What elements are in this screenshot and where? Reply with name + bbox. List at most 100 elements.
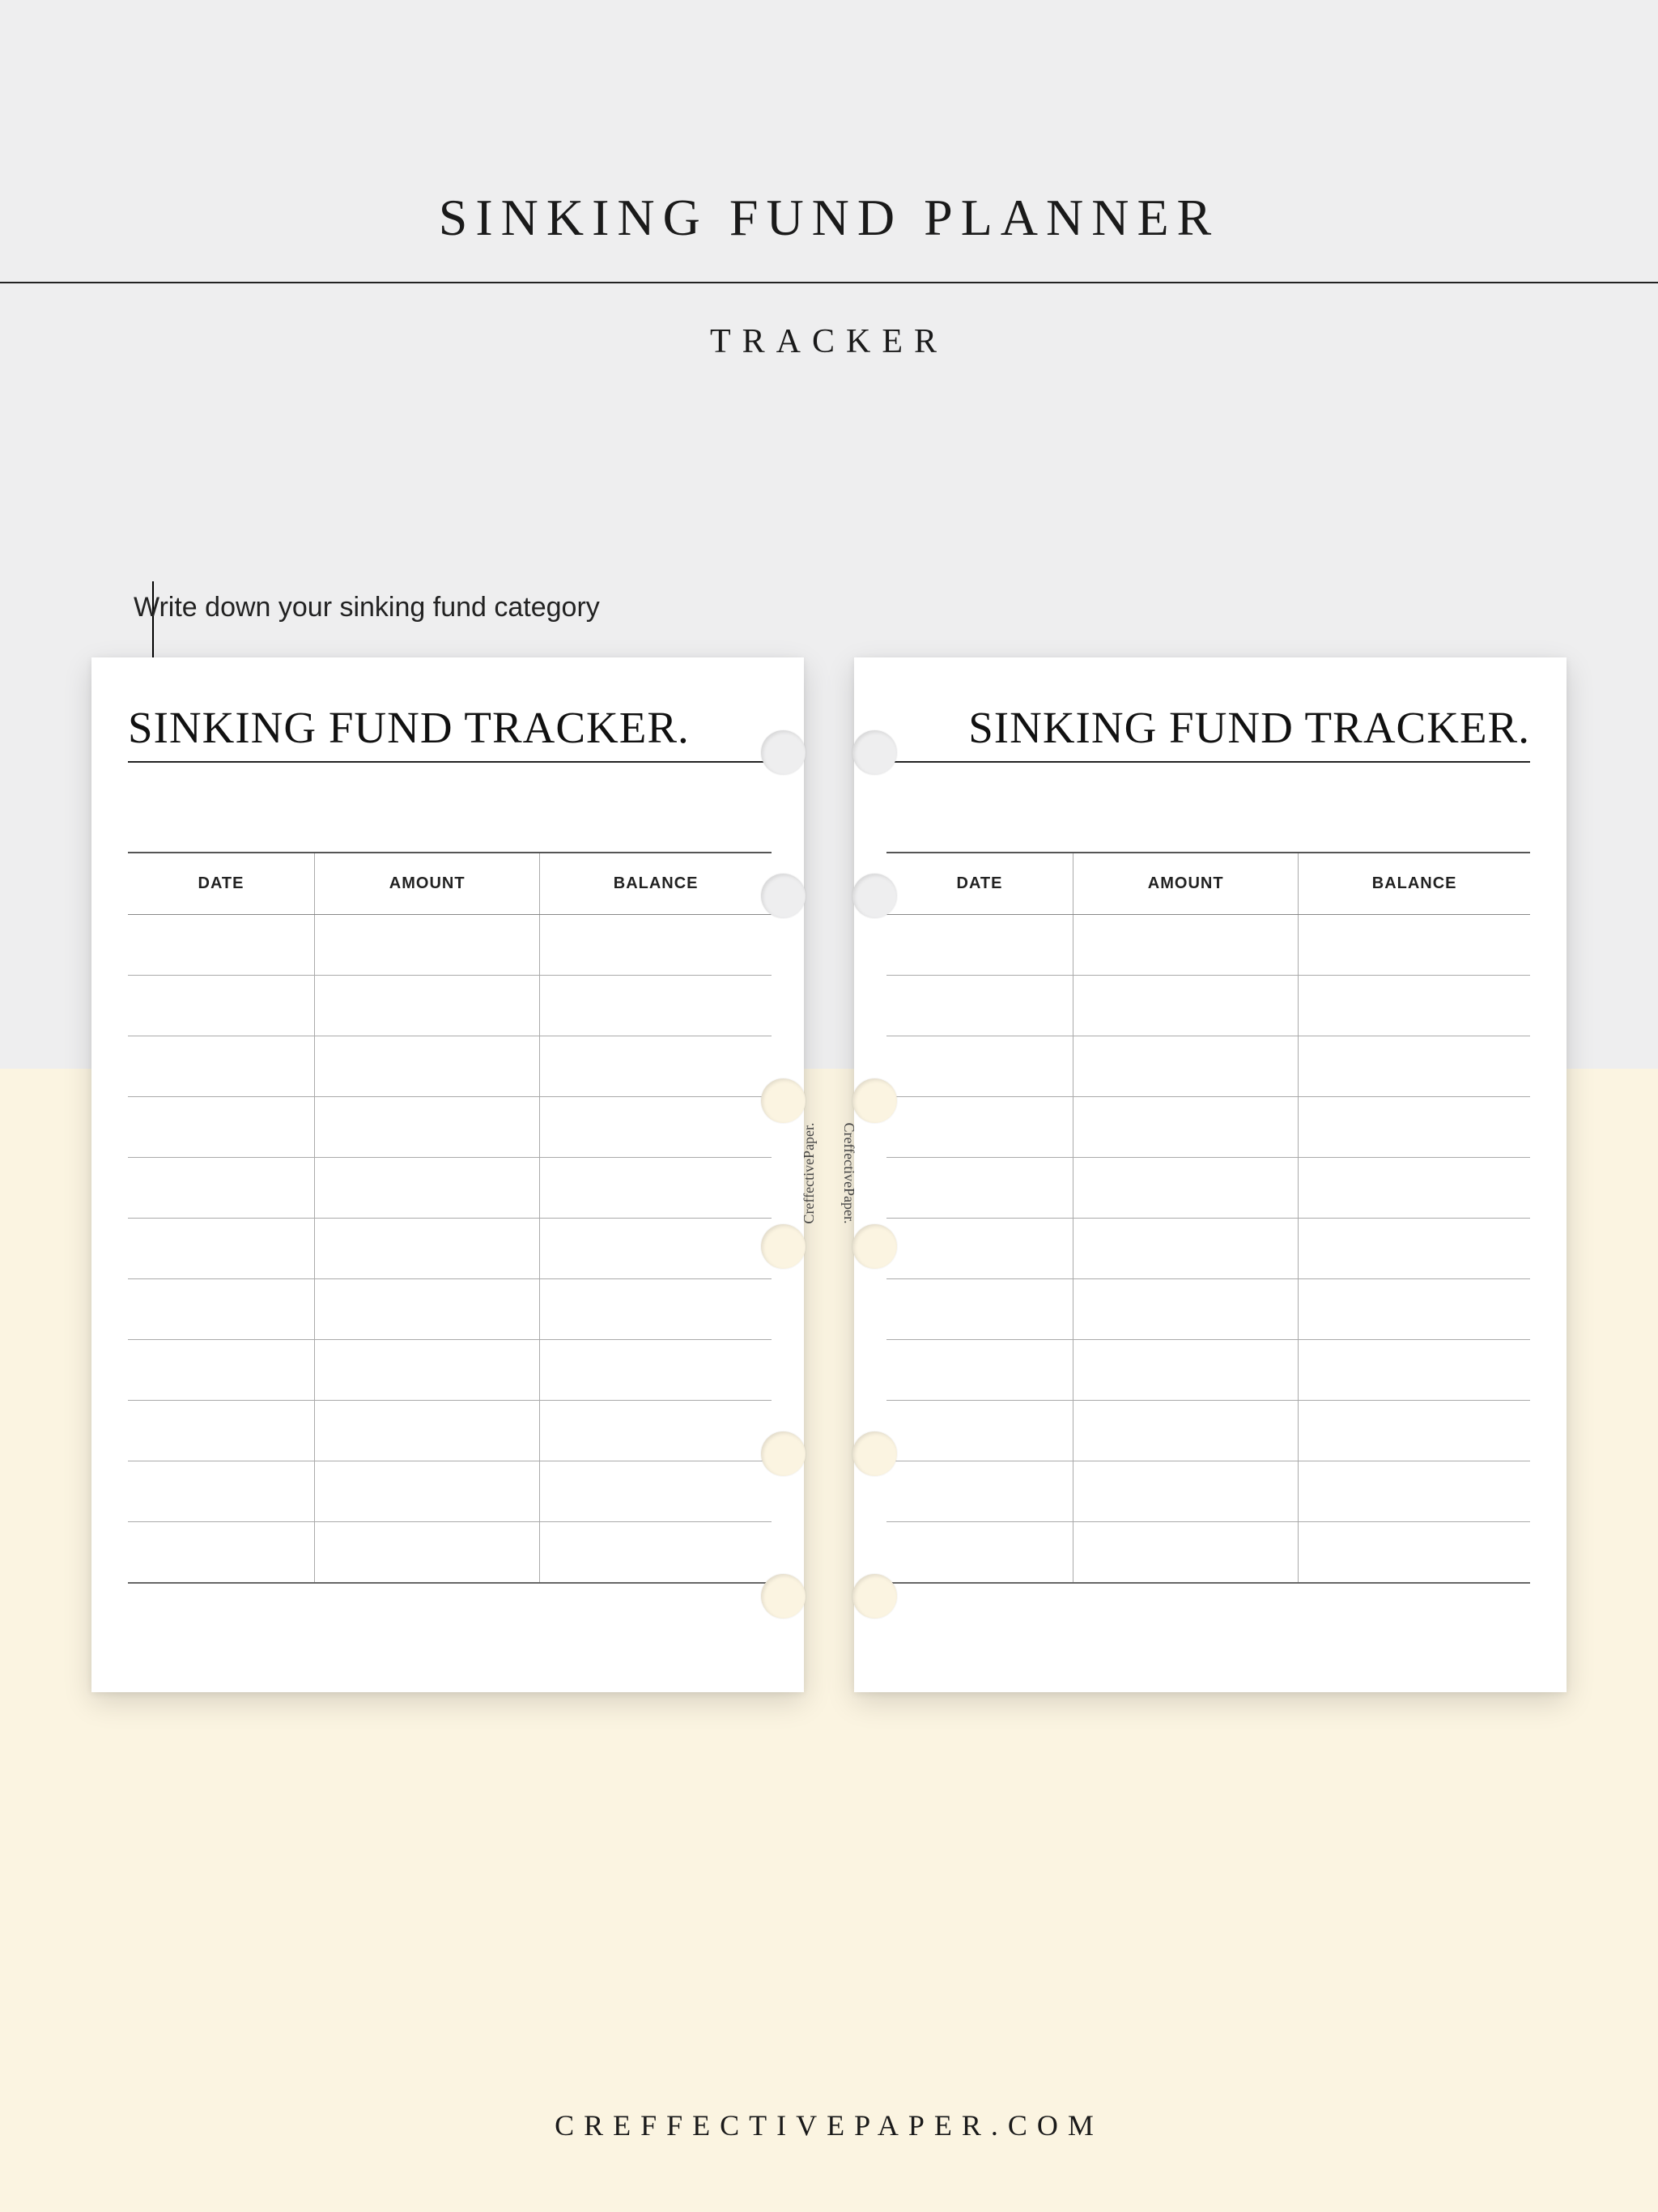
table-cell xyxy=(315,1522,540,1583)
table-cell xyxy=(540,1522,772,1583)
table-row xyxy=(128,1279,772,1340)
table-cell xyxy=(886,1158,1073,1219)
binder-holes-right xyxy=(844,657,896,1692)
table-body-right xyxy=(886,915,1530,1583)
col-date: DATE xyxy=(128,853,315,915)
table-cell xyxy=(315,1097,540,1158)
table-cell xyxy=(128,1219,315,1279)
binder-hole xyxy=(852,1574,897,1619)
table-cell xyxy=(128,1461,315,1522)
table-cell xyxy=(1299,1036,1530,1097)
table-cell xyxy=(128,1401,315,1461)
table-row xyxy=(886,1401,1530,1461)
table-row xyxy=(128,976,772,1036)
table-cell xyxy=(128,1158,315,1219)
table-cell xyxy=(315,915,540,976)
table-cell xyxy=(540,1279,772,1340)
table-cell xyxy=(540,1097,772,1158)
table-cell xyxy=(1073,1340,1299,1401)
table-row xyxy=(886,1097,1530,1158)
table-row xyxy=(886,1219,1530,1279)
table-row xyxy=(128,1461,772,1522)
binder-hole xyxy=(852,730,897,775)
page-title: SINKING FUND TRACKER. xyxy=(128,702,772,753)
footer-brand: CREFFECTIVEPAPER.COM xyxy=(0,2108,1658,2142)
table-cell xyxy=(886,976,1073,1036)
binder-hole xyxy=(852,1224,897,1269)
binder-hole xyxy=(852,1431,897,1476)
col-balance: BALANCE xyxy=(1299,853,1530,915)
table-cell xyxy=(1073,1522,1299,1583)
col-amount: AMOUNT xyxy=(315,853,540,915)
table-cell xyxy=(128,1097,315,1158)
tracker-table: DATE AMOUNT BALANCE xyxy=(886,853,1530,1584)
header-rule xyxy=(0,282,1658,283)
binder-hole xyxy=(852,874,897,918)
binder-hole xyxy=(761,1224,806,1269)
table-row xyxy=(886,1522,1530,1583)
table-cell xyxy=(886,1522,1073,1583)
table-row xyxy=(128,1522,772,1583)
table-row xyxy=(886,915,1530,976)
table-cell xyxy=(1073,1279,1299,1340)
planner-page-left: SINKING FUND TRACKER. DATE AMOUNT BALANC… xyxy=(91,657,804,1692)
page-title-rule xyxy=(128,761,772,763)
table-cell xyxy=(1073,1158,1299,1219)
table-cell xyxy=(315,1219,540,1279)
table-cell xyxy=(886,915,1073,976)
table-cell xyxy=(1073,1219,1299,1279)
table-cell xyxy=(1299,1219,1530,1279)
table-row xyxy=(886,1461,1530,1522)
table-cell xyxy=(1299,1522,1530,1583)
table-cell xyxy=(128,1340,315,1401)
table-cell xyxy=(886,1219,1073,1279)
table-row xyxy=(128,915,772,976)
table-cell xyxy=(540,915,772,976)
table-row xyxy=(886,976,1530,1036)
table-row xyxy=(886,1340,1530,1401)
pages-container: SINKING FUND TRACKER. DATE AMOUNT BALANC… xyxy=(91,657,1567,1692)
table-cell xyxy=(315,1279,540,1340)
table-cell xyxy=(1073,1097,1299,1158)
table-row xyxy=(128,1219,772,1279)
table-cell xyxy=(540,1401,772,1461)
table-cell xyxy=(1299,1461,1530,1522)
table-cell xyxy=(886,1097,1073,1158)
table-row xyxy=(128,1097,772,1158)
table-row xyxy=(886,1279,1530,1340)
table-cell xyxy=(128,1279,315,1340)
table-cell xyxy=(1073,1461,1299,1522)
table-row xyxy=(128,1340,772,1401)
table-cell xyxy=(315,1401,540,1461)
binder-hole xyxy=(761,1574,806,1619)
table-cell xyxy=(1299,1279,1530,1340)
header: SINKING FUND PLANNER TRACKER xyxy=(0,0,1658,361)
page-title: SINKING FUND TRACKER. xyxy=(886,702,1530,753)
table-cell xyxy=(886,1036,1073,1097)
table-cell xyxy=(1299,1340,1530,1401)
table-cell xyxy=(1073,915,1299,976)
table-cell xyxy=(1299,1401,1530,1461)
table-cell xyxy=(1073,1036,1299,1097)
binder-hole xyxy=(852,1078,897,1123)
table-cell xyxy=(315,1340,540,1401)
table-cell xyxy=(128,1036,315,1097)
table-cell xyxy=(1299,1158,1530,1219)
table-cell xyxy=(540,1340,772,1401)
binder-holes-left xyxy=(762,657,814,1692)
col-balance: BALANCE xyxy=(540,853,772,915)
tracker-table: DATE AMOUNT BALANCE xyxy=(128,853,772,1584)
table-cell xyxy=(540,1036,772,1097)
col-amount: AMOUNT xyxy=(1073,853,1299,915)
table-cell xyxy=(1299,1097,1530,1158)
col-date: DATE xyxy=(886,853,1073,915)
table-cell xyxy=(1299,915,1530,976)
table-row xyxy=(128,1401,772,1461)
table-cell xyxy=(128,1522,315,1583)
table-row xyxy=(886,1158,1530,1219)
table-cell xyxy=(886,1461,1073,1522)
binder-hole xyxy=(761,1078,806,1123)
table-cell xyxy=(886,1401,1073,1461)
binder-hole xyxy=(761,874,806,918)
table-cell xyxy=(886,1279,1073,1340)
